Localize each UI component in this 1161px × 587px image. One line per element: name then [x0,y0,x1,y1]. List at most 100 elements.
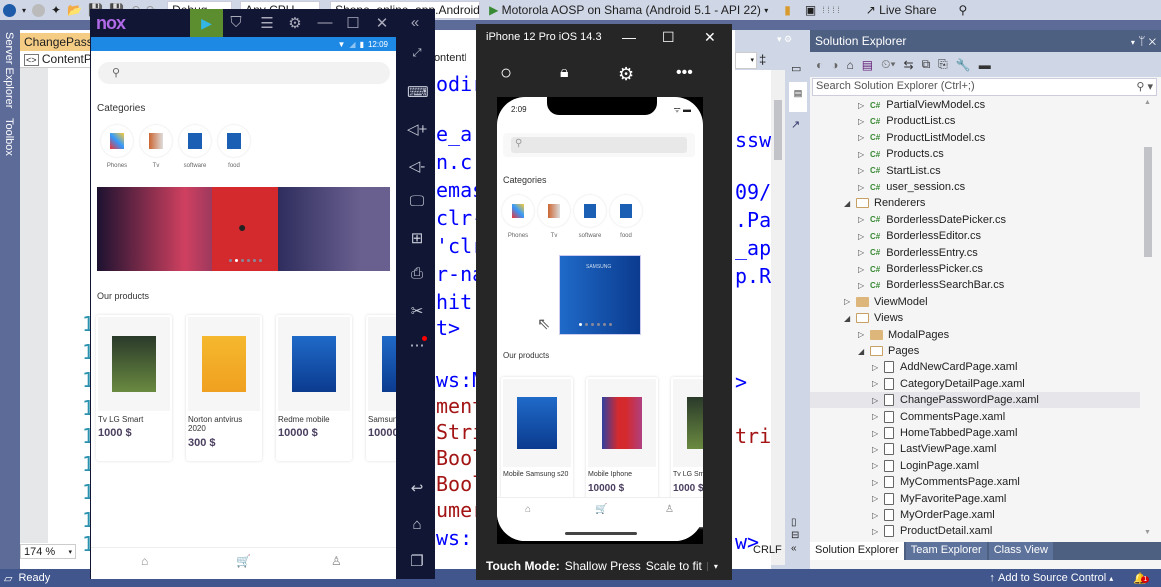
recent-apps-icon[interactable]: ❐ [407,552,427,570]
tree-item[interactable]: ▷ C# BorderlessEditor.cs [858,228,981,244]
home-indicator[interactable] [565,532,637,535]
expand-arrow-icon[interactable]: ▷ [858,166,870,175]
tree-item[interactable]: ▷ AddNewCardPage.xaml [872,359,1017,375]
close-icon[interactable]: ✕ [373,14,391,32]
tree-item[interactable]: ▷ ViewModel [844,294,928,310]
pin-icon[interactable]: ᛘ [1138,34,1145,48]
scroll-up-icon[interactable]: ▲ [1144,99,1151,106]
volume-down-icon[interactable]: ◁- [407,157,427,175]
ios-screen[interactable]: 2:09 ᯤ ▬ ⚲ Categories Phones Tv software fo… [497,97,703,544]
tree-item[interactable]: ▷ C# ProductListModel.cs [858,130,985,146]
volume-up-icon[interactable]: ◁+ [407,120,427,138]
expand-arrow-icon[interactable]: ▷ [858,232,870,241]
carousel-dot[interactable] [584,323,588,326]
carousel-dot[interactable] [608,323,612,326]
align-icons[interactable]: ⁞ ⁞ ⁞ ⁞ [819,1,843,19]
member-dropdown[interactable]: ▾ [735,52,757,69]
tree-item[interactable]: ▷ C# BorderlessPicker.cs [858,261,983,277]
forward-button[interactable] [29,1,48,19]
vertical-split-icon[interactable]: ▯ [791,517,797,528]
tree-item[interactable]: ▷ HomeTabbedPage.xaml [872,425,1017,441]
close-icon[interactable]: ✕ [1149,34,1156,48]
expand-arrow-icon[interactable]: ▷ [858,183,870,192]
solution-tree-scrollbar[interactable]: ▲ ▼ [1140,97,1158,542]
category-item[interactable]: food [609,195,643,239]
settings-icon[interactable]: ⚙ [286,14,304,32]
options-dropdown-icon[interactable]: ▾ [1131,38,1135,47]
carousel-dot[interactable] [578,323,582,326]
tree-item[interactable]: ◢ Pages [858,343,919,359]
expand-arrow-icon[interactable]: ▷ [858,281,870,290]
menu-icon[interactable]: ☰ [258,14,276,32]
forward-icon[interactable]: ◑ [831,58,838,72]
more-icon[interactable]: ••• [676,64,693,82]
android-screen[interactable]: ▼ ◢ ▮ 12:09 ⚲ Categories Phones Tv softwar… [91,37,396,579]
nox-title-bar[interactable]: nox ▶ ⛉ ☰ ⚙ — ☐ ✕ « [90,9,435,37]
scale-to-fit-option[interactable]: Scale to fit [646,559,702,573]
maximize-icon[interactable]: ☐ [662,29,675,46]
expand-arrow-icon[interactable]: ▷ [872,379,884,388]
home-button-icon[interactable]: ○ [500,62,512,85]
tree-item[interactable]: ▷ ChangePasswordPage.xaml [810,392,1140,409]
category-item[interactable]: Phones [501,195,535,239]
lock-icon[interactable]: 🔒︎ [560,64,569,82]
search-bar[interactable]: ⚲ [511,137,687,153]
expand-arrow-icon[interactable]: ▷ [872,363,884,372]
expand-arrow-icon[interactable]: ▷ [858,133,870,142]
switch-views-icon[interactable]: ▤ [862,58,873,72]
solution-search-input[interactable]: Search Solution Explorer (Ctrl+;) ⚲ ▾ [812,78,1157,96]
preview-icon[interactable]: ▬ [979,58,991,72]
expand-arrow-icon[interactable]: ▷ [872,511,884,520]
carousel-dot[interactable] [602,323,606,326]
add-to-source-control-button[interactable]: ↑ Add to Source Control ▴ [989,572,1113,584]
back-icon[interactable]: ↩ [407,479,427,497]
sync-icon[interactable]: ⇆ [904,58,914,72]
product-card[interactable]: Samsung 10000 $ [366,315,396,461]
scissors-icon[interactable]: ✂ [407,302,427,320]
banner-carousel[interactable]: SAMSUNG [559,255,641,335]
tree-item[interactable]: ▷ CommentsPage.xaml [872,409,1005,425]
tree-item[interactable]: ◢ Renderers [844,195,925,211]
minimize-icon[interactable]: — [622,29,636,45]
tree-item[interactable]: ▷ MyOrderPage.xaml [872,507,995,523]
category-item[interactable]: Tv [139,125,173,169]
editor-vertical-scrollbar[interactable] [771,70,785,565]
expand-arrow-icon[interactable]: ▷ [872,412,884,421]
carousel-dot[interactable] [234,259,238,262]
tree-item[interactable]: ▷ ModalPages [858,327,949,343]
expand-arrow-icon[interactable]: ◢ [844,314,856,323]
expand-arrow-icon[interactable]: ▷ [858,265,870,274]
tab-solution-explorer[interactable]: Solution Explorer [810,542,904,560]
multi-instance-icon[interactable]: ⎙ [407,265,427,282]
carousel-dot[interactable] [258,259,262,262]
expand-arrow-icon[interactable]: ▷ [858,101,870,110]
carousel-dot[interactable] [590,323,594,326]
category-item[interactable]: food [217,125,251,169]
toolbox-tab[interactable]: Toolbox [0,116,18,158]
layout-icon[interactable]: ▣ [802,1,819,19]
tree-item[interactable]: ▷ C# PartialViewModel.cs [858,97,985,113]
pending-changes-filter-icon[interactable]: ⏲▾ [881,57,895,72]
tree-item[interactable]: ▷ C# BorderlessSearchBar.cs [858,277,1004,293]
run-button[interactable]: ▶ Motorola AOSP on Shama (Android 5.1 - … [486,1,771,19]
touch-mode-value[interactable]: Shallow Press [565,559,641,573]
theme-icon[interactable]: ⛉ [227,14,245,31]
scroll-down-icon[interactable]: ▼ [1144,529,1151,536]
publish-icon[interactable]: ▮ [781,1,794,19]
tree-item[interactable]: ▷ C# BorderlessEntry.cs [858,245,978,261]
expand-arrow-icon[interactable]: ▷ [872,478,884,487]
carousel-dot[interactable] [246,259,250,262]
properties-dropdown-icon[interactable]: ▾ ⚙ [777,34,792,45]
search-bar[interactable]: ⚲ [98,62,390,84]
product-card[interactable]: Tv LG Smart 1000 $ [96,315,172,461]
expand-arrow-icon[interactable]: ▷ [844,297,856,306]
open-icon[interactable]: 📂 [64,1,85,19]
expand-arrow-icon[interactable]: ▷ [872,527,884,536]
popout-icon[interactable]: ↗ [791,118,800,131]
expand-arrow-icon[interactable]: ▷ [858,330,870,339]
screen-icon[interactable]: 🖵 [407,193,427,210]
fullscreen-icon[interactable]: ⤢ [407,47,427,60]
expand-arrow-icon[interactable]: ◢ [858,347,870,356]
home-icon[interactable]: ⌂ [847,58,854,72]
tree-item[interactable]: ▷ C# ProductList.cs [858,113,955,129]
